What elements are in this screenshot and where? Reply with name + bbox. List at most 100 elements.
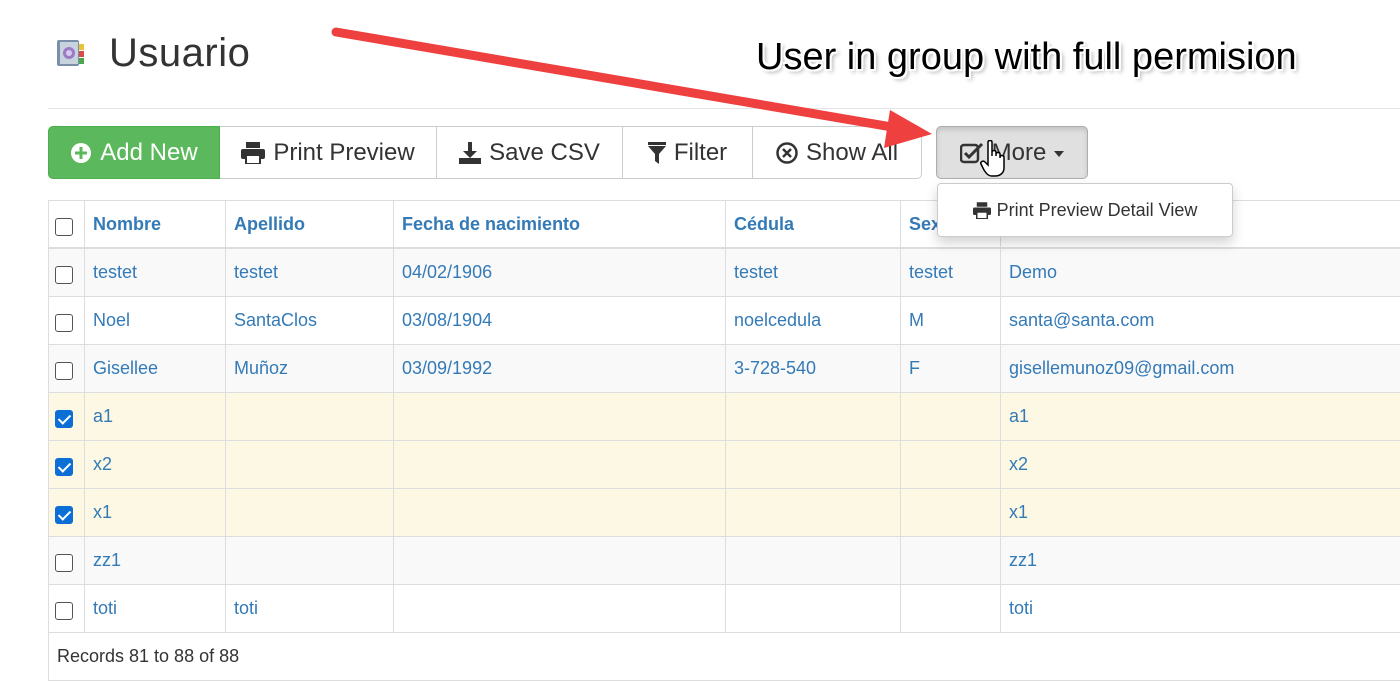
row-select-cell bbox=[49, 345, 85, 393]
print-preview-detail-view-item[interactable]: Print Preview Detail View bbox=[997, 200, 1198, 221]
cell-sex bbox=[901, 489, 1001, 537]
add-new-label: Add New bbox=[100, 139, 197, 167]
table-row[interactable]: testettestet04/02/1906testettestetDemo bbox=[49, 248, 1400, 297]
print-preview-button[interactable]: Print Preview bbox=[220, 126, 437, 179]
cell-fecha bbox=[394, 489, 726, 537]
cell-cedula bbox=[726, 393, 901, 441]
records-count: Records 81 to 88 of 88 bbox=[49, 633, 1400, 681]
cell-apellido bbox=[226, 393, 394, 441]
cell-nombre[interactable]: testet bbox=[85, 248, 226, 297]
cell-fecha[interactable]: 04/02/1906 bbox=[394, 248, 726, 297]
table-row[interactable]: x1 x1 bbox=[49, 489, 1400, 537]
cell-cedula bbox=[726, 441, 901, 489]
table-row[interactable]: a1 a1 bbox=[49, 393, 1400, 441]
cell-fecha bbox=[394, 441, 726, 489]
cell-email[interactable]: x1 bbox=[1001, 489, 1400, 537]
table-row[interactable]: zz1 zz1 bbox=[49, 537, 1400, 585]
cell-nombre[interactable]: Gisellee bbox=[85, 345, 226, 393]
more-dropdown-button[interactable]: More bbox=[936, 126, 1088, 179]
app-book-icon bbox=[55, 36, 87, 70]
row-checkbox[interactable] bbox=[55, 314, 73, 332]
select-all-cell bbox=[49, 201, 85, 249]
cell-email[interactable]: zz1 bbox=[1001, 537, 1400, 585]
printer-icon bbox=[241, 142, 265, 164]
filter-button[interactable]: Filter bbox=[623, 126, 753, 179]
column-header-nombre[interactable]: Nombre bbox=[85, 201, 226, 249]
cell-cedula[interactable]: testet bbox=[726, 248, 901, 297]
plus-circle-icon bbox=[70, 142, 92, 164]
cell-cedula bbox=[726, 537, 901, 585]
cell-sex bbox=[901, 393, 1001, 441]
table-footer-row: Records 81 to 88 of 88 bbox=[49, 633, 1400, 681]
print-preview-label: Print Preview bbox=[273, 139, 414, 167]
cell-email[interactable]: a1 bbox=[1001, 393, 1400, 441]
cell-sex bbox=[901, 585, 1001, 633]
cell-email[interactable]: x2 bbox=[1001, 441, 1400, 489]
cell-nombre[interactable]: x1 bbox=[85, 489, 226, 537]
column-header-fecha[interactable]: Fecha de nacimiento bbox=[394, 201, 726, 249]
table-row[interactable]: GiselleeMuñoz03/09/19923-728-540Fgiselle… bbox=[49, 345, 1400, 393]
cell-nombre[interactable]: toti bbox=[85, 585, 226, 633]
cell-nombre[interactable]: x2 bbox=[85, 441, 226, 489]
row-select-cell bbox=[49, 537, 85, 585]
cell-cedula[interactable]: noelcedula bbox=[726, 297, 901, 345]
cell-fecha bbox=[394, 537, 726, 585]
row-checkbox[interactable] bbox=[55, 362, 73, 380]
column-header-cedula[interactable]: Cédula bbox=[726, 201, 901, 249]
cell-apellido[interactable]: toti bbox=[226, 585, 394, 633]
cell-nombre[interactable]: zz1 bbox=[85, 537, 226, 585]
cell-cedula[interactable]: 3-728-540 bbox=[726, 345, 901, 393]
save-csv-label: Save CSV bbox=[489, 139, 600, 167]
times-circle-icon bbox=[776, 142, 798, 164]
table-row[interactable]: NoelSantaClos03/08/1904noelcedulaMsanta@… bbox=[49, 297, 1400, 345]
cell-email[interactable]: toti bbox=[1001, 585, 1400, 633]
cell-apellido[interactable]: Muñoz bbox=[226, 345, 394, 393]
show-all-button[interactable]: Show All bbox=[753, 126, 922, 179]
more-dropdown-menu: Print Preview Detail View bbox=[937, 183, 1233, 237]
row-checkbox[interactable] bbox=[55, 458, 73, 476]
row-select-cell bbox=[49, 393, 85, 441]
cell-cedula bbox=[726, 585, 901, 633]
row-checkbox[interactable] bbox=[55, 266, 73, 284]
cell-email[interactable]: gisellemunoz09@gmail.com bbox=[1001, 345, 1400, 393]
records-table: Nombre Apellido Fecha de nacimiento Cédu… bbox=[48, 200, 1400, 681]
cell-apellido bbox=[226, 537, 394, 585]
cell-apellido bbox=[226, 441, 394, 489]
cell-fecha[interactable]: 03/09/1992 bbox=[394, 345, 726, 393]
select-all-checkbox[interactable] bbox=[55, 218, 73, 236]
cell-email[interactable]: Demo bbox=[1001, 248, 1400, 297]
column-header-apellido[interactable]: Apellido bbox=[226, 201, 394, 249]
printer-icon bbox=[973, 202, 991, 219]
save-csv-button[interactable]: Save CSV bbox=[437, 126, 623, 179]
cell-fecha bbox=[394, 393, 726, 441]
add-new-button[interactable]: Add New bbox=[48, 126, 220, 179]
table-row[interactable]: x2 x2 bbox=[49, 441, 1400, 489]
hand-cursor-icon bbox=[980, 140, 1006, 183]
cell-apellido[interactable]: SantaClos bbox=[226, 297, 394, 345]
cell-nombre[interactable]: a1 bbox=[85, 393, 226, 441]
cell-nombre[interactable]: Noel bbox=[85, 297, 226, 345]
row-checkbox[interactable] bbox=[55, 554, 73, 572]
cell-sex[interactable]: M bbox=[901, 297, 1001, 345]
page-header: Usuario bbox=[55, 28, 250, 78]
cell-sex bbox=[901, 441, 1001, 489]
filter-label: Filter bbox=[674, 139, 727, 167]
show-all-label: Show All bbox=[806, 139, 898, 167]
filter-icon bbox=[648, 142, 666, 164]
cell-cedula bbox=[726, 489, 901, 537]
row-checkbox[interactable] bbox=[55, 506, 73, 524]
annotation-text: User in group with full permision bbox=[756, 36, 1297, 79]
cell-sex[interactable]: testet bbox=[901, 248, 1001, 297]
caret-down-icon bbox=[1054, 151, 1064, 157]
row-select-cell bbox=[49, 297, 85, 345]
row-checkbox[interactable] bbox=[55, 410, 73, 428]
cell-fecha[interactable]: 03/08/1904 bbox=[394, 297, 726, 345]
row-select-cell bbox=[49, 585, 85, 633]
cell-apellido[interactable]: testet bbox=[226, 248, 394, 297]
cell-email[interactable]: santa@santa.com bbox=[1001, 297, 1400, 345]
row-select-cell bbox=[49, 489, 85, 537]
cell-sex[interactable]: F bbox=[901, 345, 1001, 393]
row-checkbox[interactable] bbox=[55, 602, 73, 620]
download-icon bbox=[459, 142, 481, 164]
table-row[interactable]: totitotitoti bbox=[49, 585, 1400, 633]
